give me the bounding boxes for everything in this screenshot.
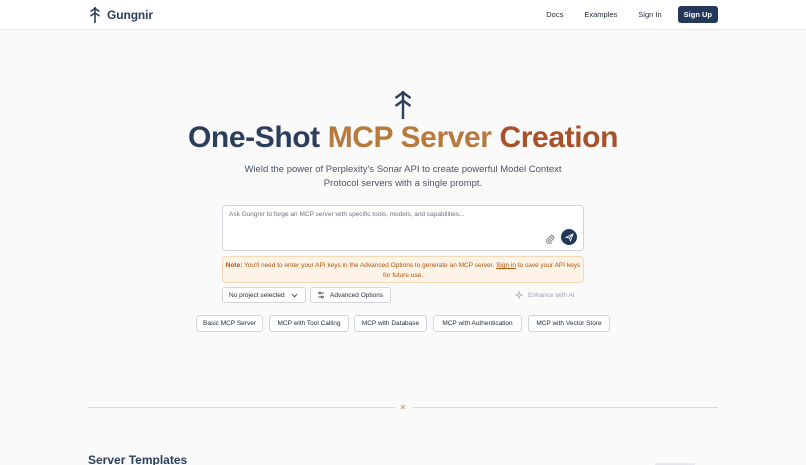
section-divider-right (413, 407, 718, 408)
spear-logo-icon (90, 7, 100, 23)
project-select[interactable]: No project selected (222, 287, 306, 303)
advanced-options-label: Advanced Options (330, 291, 384, 299)
prompt-input[interactable] (229, 211, 539, 218)
hero-title-part2: MCP Server (327, 121, 492, 154)
send-icon (564, 232, 574, 242)
chevron-down-icon (291, 293, 297, 297)
sliders-icon (318, 291, 324, 299)
template-mcp-tool-calling[interactable]: MCP with Tool Calling (269, 315, 349, 332)
note-text-before: You'll need to enter your API keys in th… (242, 262, 497, 269)
top-nav-bar: Gungnir Docs Examples Sign In Sign Up (0, 0, 806, 30)
enhance-label: Enhance with AI (528, 291, 575, 299)
nav-docs[interactable]: Docs (546, 10, 563, 19)
advanced-options-button[interactable]: Advanced Options (310, 287, 391, 303)
sparkles-icon (515, 291, 523, 299)
hero-title: One-Shot MCP Server Creation (0, 120, 806, 156)
template-basic-mcp-server[interactable]: Basic MCP Server (196, 315, 263, 332)
note-label: Note: (225, 262, 243, 269)
template-mcp-vector-store[interactable]: MCP with Vector Store (528, 315, 610, 332)
prompt-box (222, 205, 584, 251)
enhance-with-ai-button[interactable]: Enhance with AI (515, 290, 575, 300)
nav-sign-in[interactable]: Sign In (638, 10, 661, 19)
paperclip-icon[interactable] (545, 234, 555, 244)
sign-up-button[interactable]: Sign Up (677, 5, 718, 23)
spear-hero-icon (394, 91, 412, 119)
project-select-value: No project selected (229, 291, 285, 299)
hero-title-part3: Creation (499, 121, 619, 154)
brand-name: Gungnir (107, 8, 153, 22)
api-key-note: Note: You'll need to enter your API keys… (222, 256, 584, 283)
server-templates-heading: Server Templates (88, 453, 188, 465)
nav-links: Docs Examples Sign In Sign Up (546, 5, 718, 23)
template-mcp-authentication[interactable]: MCP with Authentication (433, 315, 522, 332)
hero-subtitle: Wield the power of Perplexity's Sonar AP… (244, 164, 562, 189)
section-action-stub (655, 463, 695, 465)
brand[interactable]: Gungnir (89, 6, 153, 24)
hero-title-part1: One-Shot (187, 121, 320, 154)
section-divider-left (88, 407, 395, 408)
nav-examples[interactable]: Examples (584, 10, 617, 19)
send-button[interactable] (561, 229, 577, 245)
template-mcp-database[interactable]: MCP with Database (354, 315, 427, 332)
note-sign-in-link[interactable]: Sign in (496, 262, 516, 269)
divider-ornament-icon (400, 404, 406, 410)
